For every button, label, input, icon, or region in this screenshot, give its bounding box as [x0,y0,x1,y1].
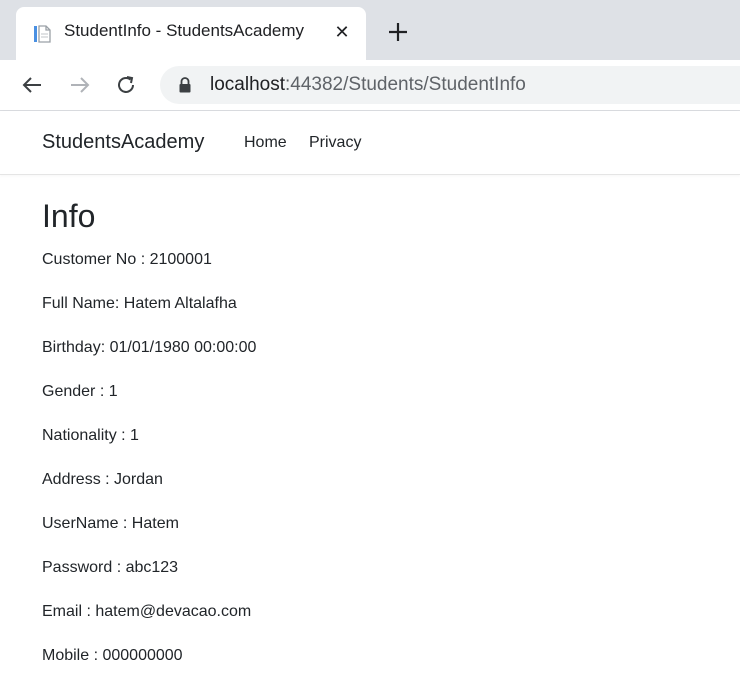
arrow-right-icon[interactable] [69,74,91,96]
close-icon[interactable]: ✕ [332,22,352,42]
field-customer-no: Customer No : 2100001 [42,251,212,268]
address-bar[interactable]: localhost:44382/Students/StudentInfo [160,66,740,104]
browser-tab-active[interactable]: StudentInfo - StudentsAcademy ✕ [16,7,366,60]
field-gender: Gender : 1 [42,383,118,400]
browser-tabstrip: StudentInfo - StudentsAcademy ✕ [0,0,740,60]
field-full-name: Full Name: Hatem Altalafha [42,295,237,312]
site-navbar: StudentsAcademy Home Privacy [0,111,740,175]
nav-link-home[interactable]: Home [244,134,287,152]
field-mobile: Mobile : 000000000 [42,647,183,664]
field-password: Password : abc123 [42,559,179,576]
page-favicon-icon [34,25,51,43]
nav-link-privacy[interactable]: Privacy [309,134,361,152]
url-host: localhost [210,74,285,95]
lock-icon [179,77,191,93]
arrow-left-icon[interactable] [21,74,43,96]
reload-icon[interactable] [115,74,137,96]
site-brand[interactable]: StudentsAcademy [42,131,204,154]
field-username: UserName : Hatem [42,515,179,532]
field-address: Address : Jordan [42,471,163,488]
page-title: Info [42,198,96,234]
main-content: Info Customer No : 2100001 Full Name: Ha… [42,196,256,666]
tab-title: StudentInfo - StudentsAcademy [64,21,305,40]
url-path: :44382/Students/StudentInfo [285,74,526,95]
browser-toolbar: localhost:44382/Students/StudentInfo [0,60,740,111]
url-text: localhost:44382/Students/StudentInfo [210,74,526,96]
field-birthday: Birthday: 01/01/1980 00:00:00 [42,339,257,356]
field-email: Email : hatem@devacao.com [42,603,252,620]
plus-icon[interactable] [386,20,410,44]
field-nationality: Nationality : 1 [42,427,139,444]
